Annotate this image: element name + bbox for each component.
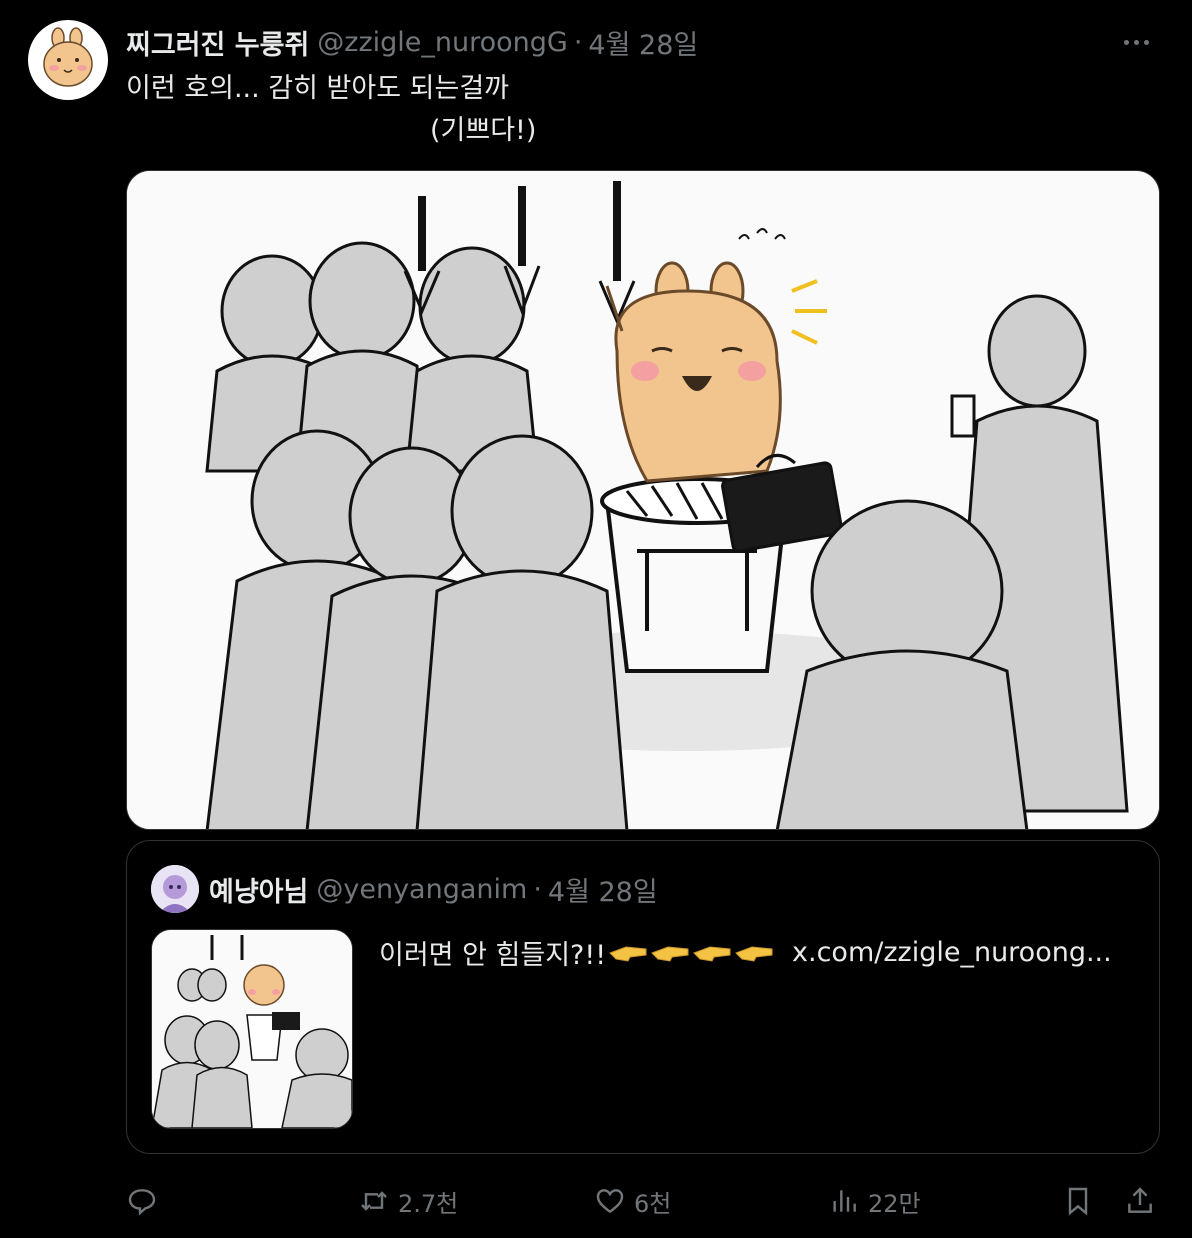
more-dot-icon (1133, 39, 1139, 45)
quote-date[interactable]: 4월 28일 (548, 870, 658, 909)
view-count: 22만 (868, 1189, 921, 1218)
quote-author-name[interactable]: 예냥아님 (209, 870, 308, 909)
like-button[interactable]: 6천 (594, 1176, 671, 1226)
character-avatar-icon (151, 865, 199, 913)
quote-header: 예냥아님 @yenyanganim · 4월 28일 (209, 870, 658, 909)
reply-button[interactable] (126, 1176, 166, 1226)
views-button[interactable]: 22만 (828, 1176, 921, 1226)
quote-author-handle[interactable]: @yenyanganim (316, 874, 527, 905)
pointing-hand-emoji-icon (693, 945, 731, 962)
author-name[interactable]: 찌그러진 누룽쥐 (126, 23, 309, 62)
tweet-action-bar: 2.7천 6천 22만 (126, 1176, 1166, 1226)
bar-chart-icon (833, 1190, 856, 1212)
retweet-icon (361, 1191, 387, 1211)
share-button[interactable] (1124, 1176, 1156, 1226)
subway-bunny-thumbnail (152, 930, 352, 1128)
quote-separator-dot: · (533, 873, 542, 905)
more-dot-icon (1123, 39, 1129, 45)
pointing-hand-emoji-icon (609, 945, 647, 962)
tweet-date[interactable]: 4월 28일 (588, 23, 698, 62)
bunny-avatar-icon (43, 27, 93, 87)
like-count: 6천 (634, 1189, 672, 1218)
quote-media-thumbnail[interactable] (151, 929, 353, 1129)
share-icon (1128, 1187, 1152, 1213)
pointing-hand-emoji-icon (651, 945, 689, 962)
reply-icon (128, 1189, 156, 1216)
heart-icon (596, 1189, 624, 1214)
author-avatar[interactable] (28, 20, 108, 100)
tweet-header: 찌그러진 누룽쥐 @zzigle_nuroongG · 4월 28일 (126, 23, 1172, 62)
tweet-text-line-1: 이런 호의... 감히 받아도 되는걸까 (126, 73, 509, 104)
retweet-button[interactable]: 2.7천 (358, 1176, 458, 1226)
quote-text: 이러면 안 힘들지?!! x.com/zzigle_nuroong... (379, 933, 1112, 972)
tweet-media-image[interactable] (126, 170, 1160, 830)
quoted-tweet-card[interactable]: 예냥아님 @yenyanganim · 4월 28일 이러면 안 힘들지?!! … (126, 840, 1160, 1154)
bookmark-button[interactable] (1062, 1176, 1094, 1226)
pointing-hand-emoji-icon (735, 945, 773, 962)
more-options-button[interactable] (1116, 24, 1156, 60)
retweet-count: 2.7천 (398, 1189, 459, 1218)
tweet-text-line-2: (기쁘다!) (430, 115, 537, 146)
bookmark-icon (1068, 1187, 1088, 1216)
subway-bunny-illustration (127, 171, 1159, 829)
quote-link[interactable]: x.com/zzigle_nuroong... (792, 937, 1112, 968)
separator-dot: · (573, 26, 583, 58)
quote-text-body: 이러면 안 힘들지?!! (379, 940, 607, 971)
quote-author-avatar[interactable] (151, 865, 199, 913)
more-dot-icon (1143, 39, 1149, 45)
author-handle[interactable]: @zzigle_nuroongG (317, 27, 568, 58)
